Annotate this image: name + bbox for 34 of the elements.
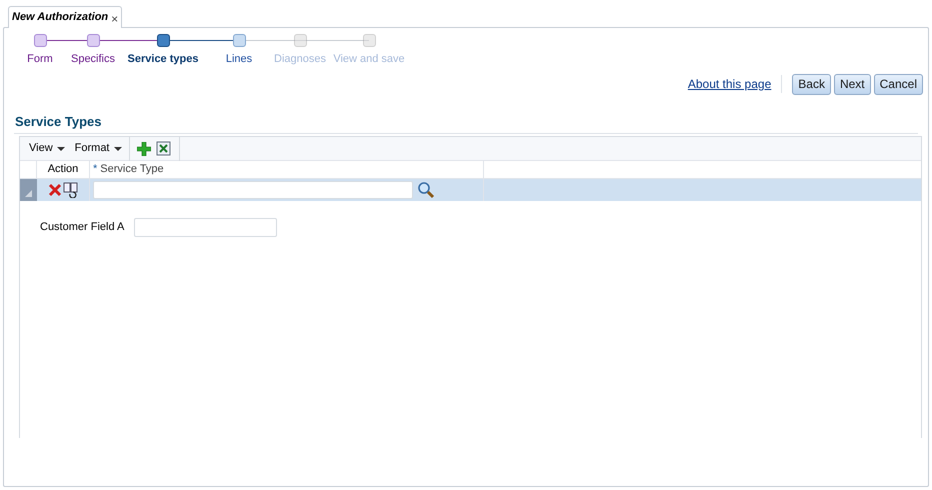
step-label[interactable]: Lines	[226, 51, 252, 68]
step-label[interactable]: Form	[27, 51, 53, 68]
step-marker[interactable]	[232, 34, 246, 47]
section-title: Service Types	[14, 114, 102, 128]
about-link[interactable]: About this page	[688, 75, 772, 93]
caret-icon	[114, 146, 122, 150]
service-type-field[interactable]	[93, 181, 413, 199]
step-marker[interactable]	[86, 34, 100, 47]
step-label: View and save	[333, 52, 405, 67]
nav-button[interactable]: Back	[792, 74, 831, 94]
nav-button[interactable]: Next	[834, 74, 871, 94]
search-icon[interactable]	[417, 181, 435, 199]
column-header: Action	[37, 161, 90, 178]
customer-field-input[interactable]	[134, 218, 278, 237]
add-icon[interactable]	[136, 142, 150, 156]
step-marker[interactable]	[34, 34, 46, 47]
step-label: Diagnoses	[274, 52, 326, 67]
step-label[interactable]: Specifics	[70, 51, 116, 68]
tab-title: New Authorization	[12, 10, 108, 26]
toolbar-menu[interactable]: View	[20, 140, 66, 157]
spreadsheet-icon[interactable]	[156, 141, 170, 156]
column-title: Service Type	[100, 162, 164, 178]
close-icon[interactable]: ×	[111, 10, 118, 28]
row-selector[interactable]	[20, 179, 37, 201]
details-icon[interactable]	[62, 182, 78, 198]
step-label[interactable]: Service types	[128, 51, 198, 68]
toolbar-menu[interactable]: Format	[66, 140, 122, 157]
required-mark: *	[93, 162, 98, 178]
caret-icon	[56, 146, 65, 150]
field-label: Customer Field A	[40, 220, 124, 236]
nav-button[interactable]: Cancel	[874, 74, 923, 94]
delete-icon[interactable]	[48, 183, 62, 197]
step-marker[interactable]	[156, 34, 170, 47]
document-tab[interactable]: New Authorization ×	[8, 6, 122, 28]
